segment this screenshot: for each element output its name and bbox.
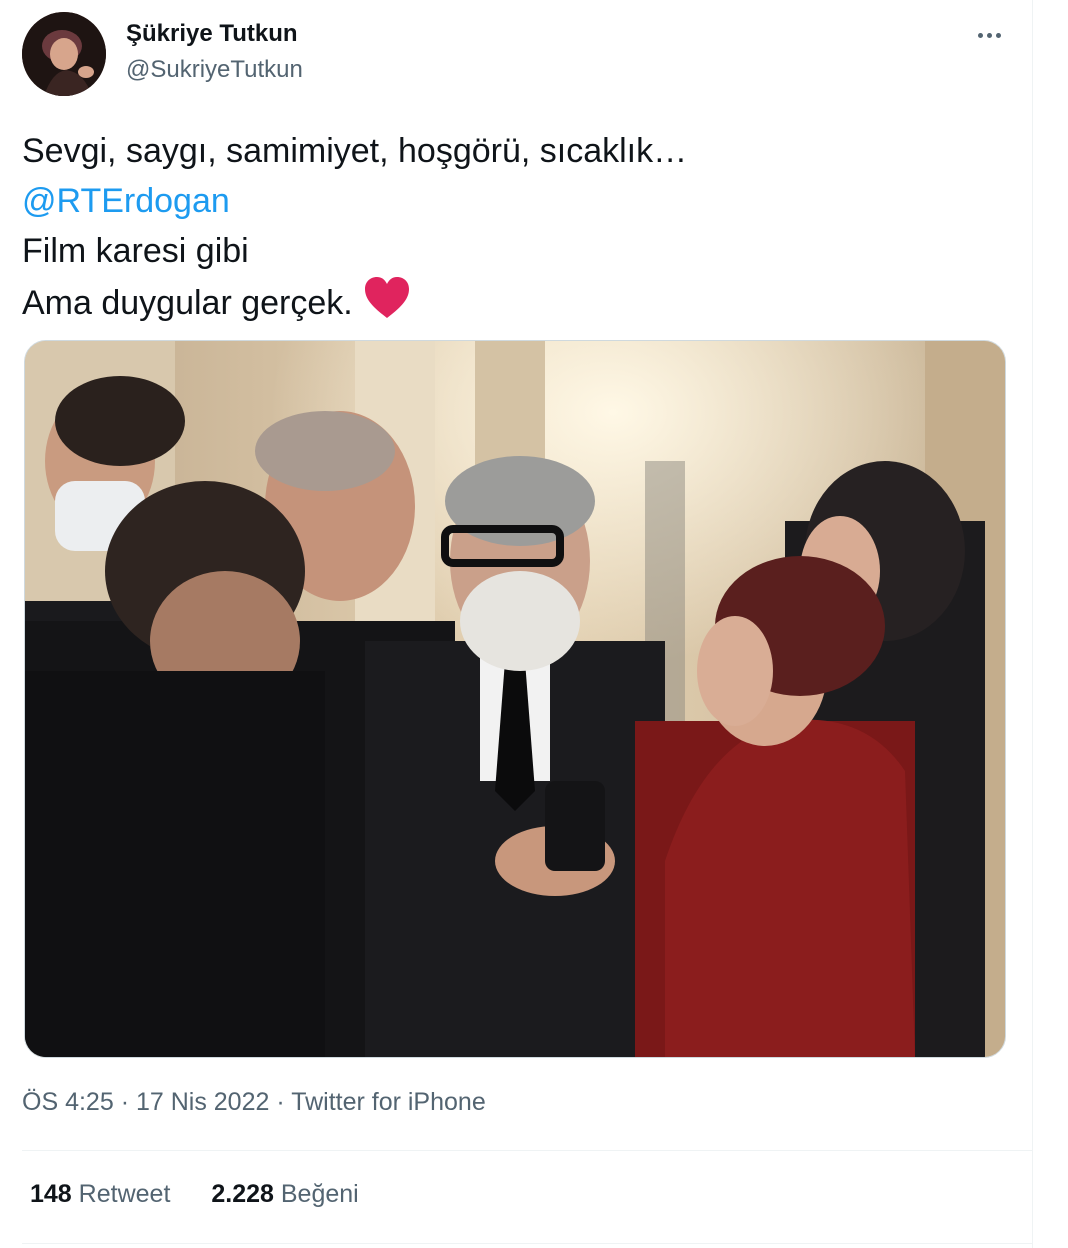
mention-link[interactable]: @RTErdogan xyxy=(22,176,687,226)
tweet-stats: 148 Retweet 2.228 Beğeni xyxy=(30,1180,393,1209)
tweet-line: Sevgi, saygı, samimiyet, hoşgörü, sıcakl… xyxy=(22,132,688,170)
like-label: Beğeni xyxy=(280,1180,359,1208)
tweet-date[interactable]: 17 Nis 2022 xyxy=(136,1088,269,1116)
like-stat[interactable]: 2.228 Beğeni xyxy=(211,1180,358,1209)
tweet-line-text: Ama duygular gerçek. xyxy=(22,283,353,322)
dot xyxy=(986,32,992,38)
dot xyxy=(995,32,1001,38)
author-handle[interactable]: @SukriyeTutkun xyxy=(126,56,303,84)
divider xyxy=(22,1243,1032,1244)
avatar[interactable] xyxy=(22,12,106,96)
tweet-line-last: Ama duygular gerçek. xyxy=(22,276,687,334)
heart-icon xyxy=(363,276,411,334)
retweet-count: 148 xyxy=(30,1180,72,1208)
tweet-line: Film karesi gibi xyxy=(22,232,249,270)
more-options-icon[interactable] xyxy=(972,18,1006,52)
tweet-source[interactable]: Twitter for iPhone xyxy=(291,1088,486,1116)
retweet-label: Retweet xyxy=(78,1180,171,1208)
avatar-portrait xyxy=(22,12,106,96)
author-display-name[interactable]: Şükriye Tutkun xyxy=(126,20,298,48)
event-photo xyxy=(25,341,1005,1057)
tweet-photo[interactable] xyxy=(24,340,1006,1058)
like-count: 2.228 xyxy=(211,1180,274,1208)
dot xyxy=(977,32,983,38)
meta-separator: · xyxy=(276,1088,285,1116)
tweet-time[interactable]: ÖS 4:25 xyxy=(22,1088,114,1116)
divider xyxy=(22,1150,1032,1151)
tweet-text: Sevgi, saygı, samimiyet, hoşgörü, sıcakl… xyxy=(22,126,687,334)
meta-separator: · xyxy=(120,1088,130,1116)
column-divider xyxy=(1032,0,1033,1248)
retweet-stat[interactable]: 148 Retweet xyxy=(30,1180,170,1209)
tweet-meta: ÖS 4:25 · 17 Nis 2022 · Twitter for iPho… xyxy=(22,1088,486,1117)
